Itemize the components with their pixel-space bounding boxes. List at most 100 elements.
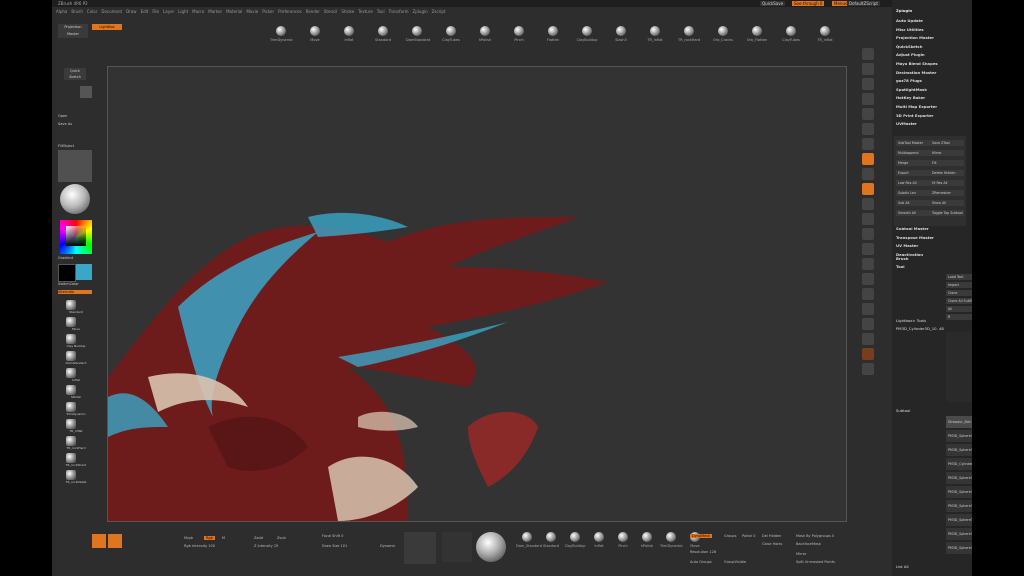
subtool-row[interactable]: PM3D_Sphere3D_6: [946, 514, 972, 526]
top-brush-10[interactable]: Slash3: [610, 26, 632, 42]
tool-thumbnails[interactable]: [946, 332, 972, 402]
right-shelf-button[interactable]: [862, 168, 874, 180]
auto-groups-button[interactable]: Auto Groups: [690, 560, 712, 564]
right-shelf-button[interactable]: [862, 303, 874, 315]
zplugin-item[interactable]: Misc Utilities: [896, 27, 924, 32]
subtool-master-button[interactable]: Show All: [930, 200, 964, 206]
subtool-master-button[interactable]: Save ZTool: [930, 140, 964, 146]
mask-by-polygroups-slider[interactable]: Mask By Polygroups 0: [796, 534, 834, 538]
subtool-row[interactable]: PM3D_Sphere3D_3: [946, 472, 972, 484]
top-brush-8[interactable]: Flatten: [542, 26, 564, 42]
right-shelf-button[interactable]: [862, 63, 874, 75]
zplugin-item[interactable]: 3D Print Exporter: [896, 113, 933, 118]
right-shelf-button[interactable]: [862, 273, 874, 285]
document-canvas[interactable]: [107, 66, 847, 522]
alpha-thumbnail[interactable]: [442, 532, 472, 562]
zplugin-item[interactable]: Decimation Master: [896, 70, 936, 75]
menu-file[interactable]: File: [152, 9, 159, 14]
main-color-swatch[interactable]: [58, 264, 76, 282]
rgb-intensity-slider[interactable]: Rgb Intensity 100: [184, 544, 215, 548]
subtool-row[interactable]: PM3D_Sphere3D_5: [946, 500, 972, 512]
menu-transform[interactable]: Transform: [389, 9, 409, 14]
menu-macro[interactable]: Macro: [192, 9, 204, 14]
top-brush-11[interactable]: TR_Inflat: [644, 26, 666, 42]
left-brush-item[interactable]: TR_Inflat: [58, 419, 94, 435]
material-sphere-icon[interactable]: [60, 184, 90, 214]
z-intensity-slider[interactable]: Z Intensity 25: [254, 544, 278, 548]
brush-palette-label[interactable]: Brush: [896, 256, 908, 261]
zplugin-item[interactable]: QuickSketch: [896, 44, 923, 49]
draw-size-slider[interactable]: Draw Size 101: [322, 544, 347, 548]
subtool-row[interactable]: PM3D_Sphere3D_2: [946, 444, 972, 456]
menu-color[interactable]: Color: [87, 9, 97, 14]
menu-light[interactable]: Light: [178, 9, 188, 14]
menu-draw[interactable]: Draw: [126, 9, 136, 14]
left-brush-item[interactable]: Inflat: [58, 368, 94, 384]
save-as-button[interactable]: Save As: [58, 122, 94, 126]
top-brush-4[interactable]: DamStandard: [406, 26, 430, 42]
top-brush-3[interactable]: Standard: [372, 26, 394, 42]
menu-stroke[interactable]: Stroke: [341, 9, 354, 14]
right-shelf-button[interactable]: [862, 363, 874, 375]
bottom-brush-6[interactable]: TrimDynamic: [660, 532, 683, 548]
list-all-button[interactable]: List All: [896, 564, 909, 569]
tool-thumbnail[interactable]: [58, 86, 94, 98]
subtool-master-button[interactable]: SubTool Master: [896, 140, 930, 146]
top-brush-15[interactable]: ClayTubes: [780, 26, 802, 42]
menu-picker[interactable]: Picker: [262, 9, 274, 14]
zplugin-item[interactable]: Transpose Master: [896, 235, 934, 240]
dynamesh-button[interactable]: DynaMesh: [690, 534, 713, 538]
alternate-button[interactable]: Alternate: [58, 290, 92, 294]
groups-button[interactable]: Groups: [724, 534, 736, 538]
right-shelf-button[interactable]: [862, 228, 874, 240]
right-shelf-button[interactable]: [862, 78, 874, 90]
polish-slider[interactable]: Polish 0: [742, 534, 755, 538]
tool-button[interactable]: Import: [946, 282, 972, 288]
color-picker[interactable]: [60, 220, 92, 254]
right-shelf-button[interactable]: [862, 288, 874, 300]
menu-zscript[interactable]: Zscript: [432, 9, 446, 14]
zplugin-item[interactable]: UV Master: [896, 243, 918, 248]
menu-document[interactable]: Document: [101, 9, 122, 14]
menu-edit[interactable]: Edit: [141, 9, 149, 14]
lightbox-tools-label[interactable]: Lightbox> Tools: [896, 318, 926, 323]
subtool-master-button[interactable]: ZRemesher: [930, 190, 964, 196]
right-shelf-button[interactable]: [862, 258, 874, 270]
right-shelf-button[interactable]: [862, 198, 874, 210]
switch-color-button[interactable]: SwitchColor: [58, 282, 94, 286]
zplugin-item[interactable]: SpotlightMask: [896, 87, 927, 92]
subtool-label[interactable]: Subtool: [896, 408, 910, 413]
edit-mode-button[interactable]: [92, 534, 106, 548]
tool-palette-label[interactable]: Tool: [896, 264, 905, 269]
zsub-button[interactable]: Zsub: [277, 536, 286, 540]
right-shelf-button[interactable]: [862, 348, 874, 360]
mrgb-button[interactable]: Mrgb: [184, 536, 193, 540]
bottom-brush-0[interactable]: Dam_Standard: [516, 532, 542, 548]
stroke-thumbnail[interactable]: [404, 532, 436, 564]
close-holes-button[interactable]: Close Holes: [762, 542, 782, 546]
top-brush-7[interactable]: Pinch: [508, 26, 530, 42]
right-shelf-button[interactable]: [862, 183, 874, 195]
subtool-master-button[interactable]: Sub All: [896, 200, 930, 206]
quicksave-button[interactable]: QuickSave: [760, 1, 786, 6]
right-shelf-button[interactable]: [862, 318, 874, 330]
default-zscript-button[interactable]: DefaultZScript: [847, 1, 880, 6]
subtool-master-button[interactable]: Toggle Top Subtool: [930, 210, 964, 216]
tool-button[interactable]: Clone All SubTools: [946, 298, 972, 304]
menu-marker[interactable]: Marker: [208, 9, 222, 14]
left-brush-item[interactable]: TR_rockDetail: [58, 470, 94, 486]
menu-material[interactable]: Material: [226, 9, 242, 14]
top-brush-13[interactable]: Orb_Cracks: [712, 26, 734, 42]
zplugin-header[interactable]: Zplugin: [896, 8, 912, 13]
menu-render[interactable]: Render: [306, 9, 320, 14]
top-brush-12[interactable]: TR_rockHard: [678, 26, 700, 42]
del-hidden-button[interactable]: Del Hidden: [762, 534, 781, 538]
subtool-master-button[interactable]: Hi Res All: [930, 180, 964, 186]
top-brush-6[interactable]: hPolish: [474, 26, 496, 42]
left-brush-item[interactable]: Clay Buildup: [58, 334, 94, 350]
bottom-brush-1[interactable]: Standard: [540, 532, 562, 548]
secondary-color-swatch[interactable]: [76, 264, 92, 280]
bottom-brush-3[interactable]: Inflat: [588, 532, 610, 548]
subtool-row[interactable]: PM3D_Sphere3D_4: [946, 486, 972, 498]
top-brush-16[interactable]: TR_Inflat: [814, 26, 836, 42]
